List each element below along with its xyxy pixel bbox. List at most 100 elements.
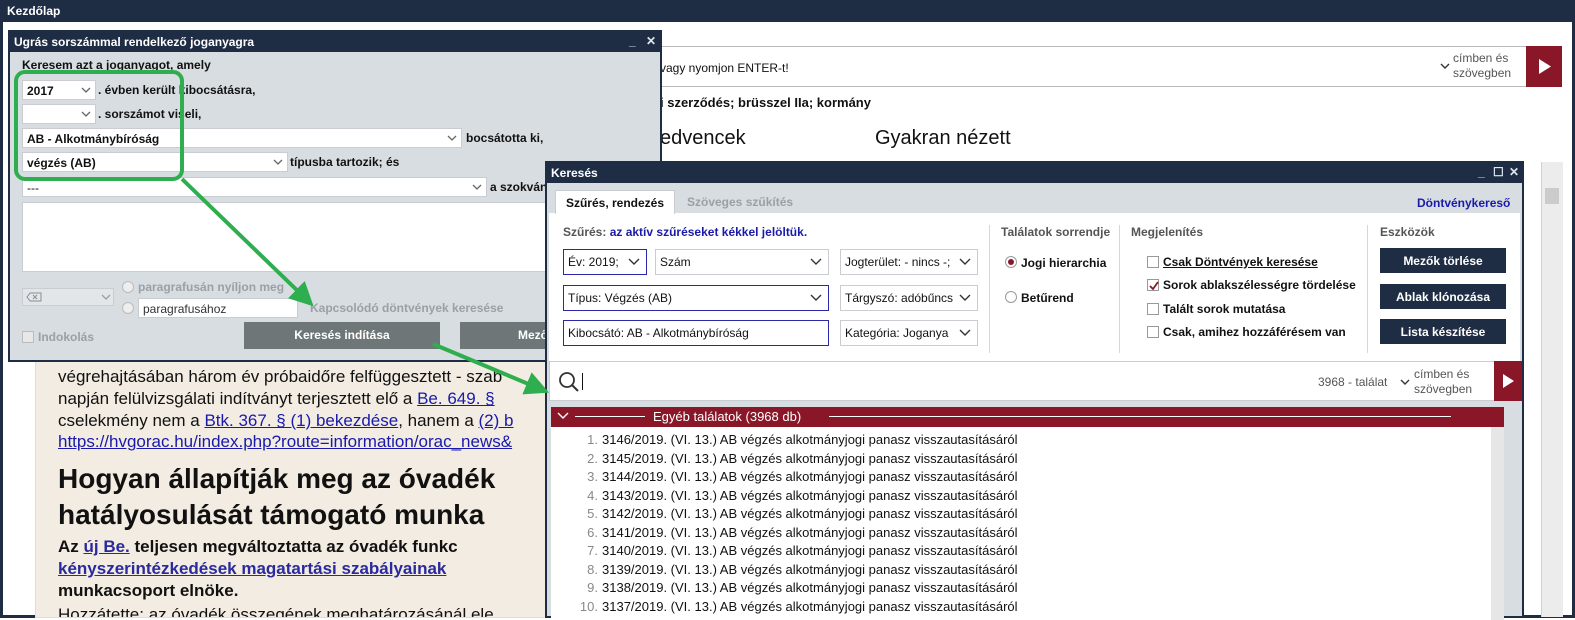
filter-note-label: Szűrés: <box>563 225 607 239</box>
chevron-down-icon <box>1440 63 1450 69</box>
minimize-icon[interactable]: _ <box>1478 165 1485 179</box>
result-title: 3144/2019. (VI. 13.) AB végzés alkotmány… <box>602 469 1018 484</box>
result-number: 6. <box>587 524 598 540</box>
be-link[interactable]: Be. 649. § <box>417 389 495 408</box>
search-icon <box>559 372 579 392</box>
issuer-filter-value: Kibocsátó: AB - Alkotmánybíróság <box>568 326 749 340</box>
radio-paragraph[interactable] <box>122 302 134 314</box>
frequent-heading[interactable]: Gyakran nézett <box>875 127 1011 150</box>
radio-sort-alpha[interactable] <box>1005 291 1017 303</box>
clear-fields-button[interactable]: Mezők törlése <box>1380 248 1506 273</box>
tab-text-filter[interactable]: Szöveges szűkítés <box>687 195 793 209</box>
connected-label: Kapcsolódó döntvények keresése <box>310 301 504 315</box>
results-group-header[interactable]: Egyéb találatok (3968 db) <box>551 407 1504 427</box>
maximize-icon[interactable]: ☐ <box>1493 165 1504 179</box>
chevron-down-icon <box>810 258 822 265</box>
type-filter[interactable]: Típus: Végzés (AB) <box>563 285 829 311</box>
result-number: 5. <box>587 506 598 521</box>
result-row[interactable]: 7. 3140/2019. (VI. 13.) AB végzés alkotmá… <box>551 543 1018 558</box>
uj-be-link[interactable]: új Be. <box>84 537 130 556</box>
result-row[interactable]: 2. 3145/2019. (VI. 13.) AB végzés alkotmá… <box>551 451 1017 466</box>
result-row[interactable]: 5. 3142/2019. (VI. 13.) AB végzés alkotmá… <box>551 506 1018 521</box>
only-decisions-checkbox[interactable] <box>1147 256 1159 268</box>
divider <box>1367 225 1368 353</box>
article-text: Az <box>58 537 84 556</box>
start-search-button[interactable]: Keresés indítása <box>244 322 440 349</box>
decision-search-link[interactable]: Döntvénykereső <box>1417 196 1510 210</box>
source-url-link[interactable]: https://hvgorac.hu/index.php?route=infor… <box>58 432 512 452</box>
result-title: 3142/2019. (VI. 13.) AB végzés alkotmány… <box>602 506 1018 521</box>
btk-link[interactable]: Btk. 367. § (1) bekezdése <box>204 411 398 430</box>
scope-label-2: szövegben <box>1414 382 1473 396</box>
type-filter-value: Típus: Végzés (AB) <box>568 291 673 305</box>
chevron-down-icon <box>81 111 91 117</box>
result-row[interactable]: 9. 3138/2019. (VI. 13.) AB végzés alkotmá… <box>551 580 1017 595</box>
number-filter[interactable]: Szám <box>655 249 829 275</box>
article-line: végrehajtásában három év próbaidőre felf… <box>58 367 503 386</box>
issuer-select[interactable]: AB - Alkotmánybíróság <box>22 128 462 148</box>
found-rows-checkbox[interactable] <box>1147 303 1159 315</box>
header-rule-right <box>829 416 1451 417</box>
chevron-down-icon[interactable] <box>1400 379 1410 386</box>
result-row[interactable]: 6. 3141/2019. (VI. 13.) AB végzés alkotmá… <box>551 524 1017 540</box>
result-search-input[interactable]: 3968 - találat címben és szövegben <box>549 361 1507 401</box>
radio-open-at-paragraph[interactable] <box>122 281 134 293</box>
main-search-go-button[interactable] <box>1526 46 1562 87</box>
radio-selected-dot <box>1008 259 1014 265</box>
paragraph-link[interactable]: (2) b <box>479 411 514 430</box>
search-dialog-title: Keresés <box>551 166 598 180</box>
article-text: cselekmény nem a <box>58 411 205 430</box>
result-search-go-button[interactable] <box>1494 361 1522 401</box>
wrap-rows-checkbox[interactable] <box>1147 279 1159 291</box>
issuer-value: AB - Alkotmánybíróság <box>27 132 160 146</box>
chevron-down-icon <box>447 135 457 141</box>
keyword-filter[interactable]: Tárgyszó: adóbűncs <box>840 285 978 311</box>
results-scrollbar[interactable] <box>1491 427 1504 620</box>
category-filter[interactable]: Kategória: Joganya <box>840 320 978 346</box>
divider <box>1119 225 1120 353</box>
close-icon[interactable]: ✕ <box>1509 165 1519 179</box>
chevron-down-icon <box>959 258 971 265</box>
make-list-button[interactable]: Lista készítése <box>1380 319 1506 344</box>
abbr-value: --- <box>27 181 39 195</box>
favorites-heading[interactable]: edvencek <box>660 127 746 150</box>
clone-window-button[interactable]: Ablak klónozása <box>1380 284 1506 309</box>
abbr-select[interactable]: --- <box>22 177 487 197</box>
result-row[interactable]: 4. 3143/2019. (VI. 13.) AB végzés alkotmá… <box>551 488 1017 503</box>
area-filter[interactable]: Jogterület: - nincs -; <box>840 249 978 275</box>
article-lead: Az új Be. teljesen megváltoztatta az óva… <box>58 537 458 557</box>
main-scrollbar[interactable] <box>1541 162 1563 617</box>
number-select[interactable] <box>22 104 96 124</box>
clear-field-select <box>22 288 114 306</box>
kenyszer-link[interactable]: kényszerintézkedések magatartási szabály… <box>58 559 446 579</box>
year-select[interactable]: 2017 <box>22 80 96 100</box>
year-filter[interactable]: Év: 2019; <box>563 249 647 275</box>
result-number: 9. <box>587 580 598 595</box>
result-row[interactable]: 10. 3137/2019. (VI. 13.) AB végzés alkotm… <box>551 599 1018 614</box>
article-heading-line-2: hatályosulását támogató munka <box>58 499 485 530</box>
type-select[interactable]: végzés (AB) <box>22 152 288 172</box>
reasoning-label: Indokolás <box>38 330 95 344</box>
access-only-checkbox[interactable] <box>1147 326 1159 338</box>
result-title: 3140/2019. (VI. 13.) AB végzés alkotmány… <box>602 543 1018 558</box>
recent-tags[interactable]: i szerződés; brüsszel IIa; kormány <box>660 95 871 110</box>
tab-filter-sort[interactable]: Szűrés, rendezés <box>555 190 675 214</box>
close-icon[interactable]: ✕ <box>646 34 656 48</box>
result-search-scope[interactable]: címben és szövegben <box>1414 367 1472 397</box>
result-row[interactable]: 1. 3146/2019. (VI. 13.) AB végzés alkotmá… <box>551 432 1017 447</box>
issuer-filter[interactable]: Kibocsátó: AB - Alkotmánybíróság <box>563 320 829 346</box>
result-row[interactable]: 8. 3139/2019. (VI. 13.) AB végzés alkotmá… <box>551 562 1017 577</box>
article-line: napján felülvizsgálati indítványt terjes… <box>58 389 495 409</box>
abbr-label: a szokván <box>490 180 548 194</box>
minimize-icon[interactable]: _ <box>629 34 636 48</box>
main-scrollbar-thumb[interactable] <box>1545 188 1559 204</box>
access-only-label: Csak, amihez hozzáférésem van <box>1163 325 1346 339</box>
scope-label-1: címben és <box>1414 367 1470 381</box>
number-label: . sorszámot viseli, <box>98 107 202 121</box>
paragraph-select[interactable]: paragrafusához <box>138 298 298 318</box>
radio-sort-hierarchy[interactable] <box>1005 256 1017 268</box>
scope-label-1: címben és <box>1453 51 1509 65</box>
result-row[interactable]: 3. 3144/2019. (VI. 13.) AB végzés alkotmá… <box>551 469 1018 484</box>
main-search-scope-select[interactable]: címben és szövegben <box>1440 51 1518 81</box>
reasoning-checkbox[interactable] <box>22 331 34 343</box>
